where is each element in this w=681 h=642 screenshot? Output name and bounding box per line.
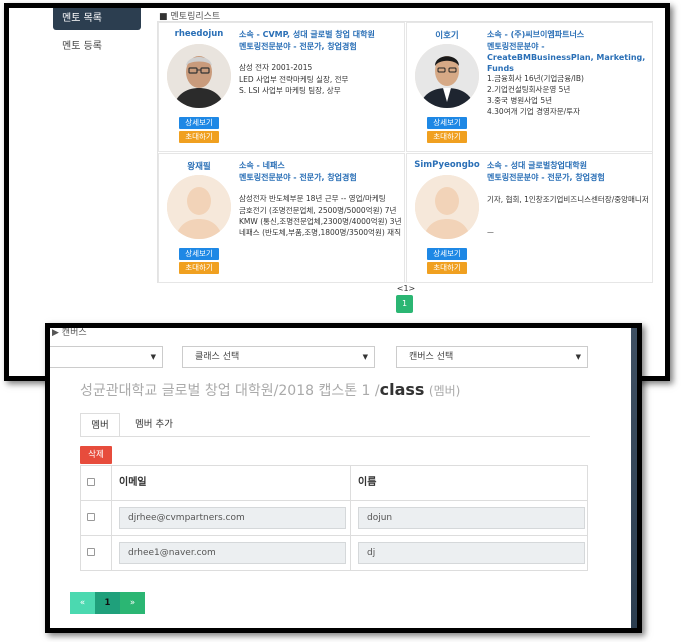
canvas-members-screenshot: ▶ 캔버스 ▼ 클래스 선택 ▼ 캔버스 선택 ▼ 성균관대학교 글로벌 창업 … [45, 323, 642, 633]
mentor-career-line: 금호전기 (조명전문업체, 2500명/5000억원) 7년 [239, 206, 397, 215]
delete-button[interactable]: 삭제 [80, 446, 112, 464]
mentor-photo [167, 175, 231, 239]
page-title-main: 성균관대학교 글로벌 창업 대학원/2018 캡스톤 1 / [80, 383, 380, 399]
canvas-select[interactable]: 캔버스 선택 ▼ [396, 346, 588, 368]
mentor-username[interactable]: SimPyeongbo [407, 160, 487, 170]
mentor-username[interactable]: 이호기 [407, 29, 487, 41]
mentor-career-line: 1.금융회사 16년(기업금융/IB) [487, 74, 584, 83]
email-field[interactable]: drhee1@naver.com [119, 542, 346, 564]
mentor-affiliation: 소속 - CVMP, 성대 글로벌 창업 대학원 [239, 30, 375, 39]
mentor-field: 멘토링전문분야 - CreateBMBusinessPlan, Marketin… [487, 42, 646, 73]
mentor-career-line: KMW (통신,조명전문업체,2300명/4000억원) 3년 [239, 217, 402, 226]
select-all-checkbox[interactable] [87, 478, 95, 486]
mentor-card: 이호기 상세보기 초대하기 소속 - (주)씨브이엠파트너스 멘토링전문분야 -… [406, 22, 653, 152]
mentor-card: rheedojun 상세보기 초대하기 소속 - CVMP, 성대 글로벌 창업… [158, 22, 405, 152]
pagination-label: <1> [396, 284, 416, 293]
top-bar: ▶ 캔버스 [50, 328, 637, 340]
page-title-class: class [379, 380, 425, 399]
next-page-button[interactable]: » [120, 592, 145, 614]
mentor-career-line: LED 사업부 전략마케팅 실장, 전무 [239, 75, 349, 84]
mentor-career-line: 삼성 전자 2001-2015 [239, 63, 313, 72]
default-avatar-icon [415, 175, 479, 239]
column-divider [350, 536, 351, 570]
column-divider [111, 501, 112, 535]
select-dropdown[interactable]: ▼ [50, 346, 163, 368]
table-row: drhee1@naver.com dj [81, 535, 587, 570]
mentor-card: 왕재필 상세보기 초대하기 소속 - 네패스 멘토링전문분야 - 전문가, 창업… [158, 153, 405, 283]
row-checkbox[interactable] [87, 513, 95, 521]
tab-divider [80, 436, 590, 437]
sidebar: 멘토 목록 멘토 등록 [53, 8, 141, 58]
mentor-career-line: 2.기업컨설팅회사운영 5년 [487, 85, 571, 94]
arrow-right-icon: ▶ [52, 328, 59, 338]
mentor-field: 멘토링전문분야 - 전문가, 창업경험 [487, 173, 605, 182]
mentor-career-line: ㅡ [487, 228, 494, 237]
class-select[interactable]: 클래스 선택 ▼ [182, 346, 375, 368]
table-row: djrhee@cvmpartners.com dojun [81, 500, 587, 535]
mentor-photo [415, 175, 479, 239]
sidebar-item-mentor-register[interactable]: 멘토 등록 [53, 36, 141, 58]
person-photo-icon [415, 44, 479, 108]
select-value: 클래스 선택 [195, 352, 240, 362]
mentor-affiliation: 소속 - 성대 글로벌창업대학원 [487, 161, 587, 170]
mentor-career-line: 삼성전자 반도체부문 18년 근무 -- 영업/마케팅 [239, 194, 386, 203]
tab-add-member[interactable]: 멤버 추가 [124, 413, 184, 437]
members-table: 이메일 이름 djrhee@cvmpartners.com dojun drhe… [80, 465, 588, 571]
row-checkbox[interactable] [87, 548, 95, 556]
mentor-grid: rheedojun 상세보기 초대하기 소속 - CVMP, 성대 글로벌 창업… [157, 21, 653, 283]
page-title: 성균관대학교 글로벌 창업 대학원/2018 캡스톤 1 /class (멤버) [80, 380, 460, 400]
caret-down-icon: ▼ [575, 353, 581, 361]
page-button-current[interactable]: 1 [396, 295, 413, 313]
prev-page-button[interactable]: « [70, 592, 95, 614]
column-divider [111, 466, 112, 500]
column-divider [350, 501, 351, 535]
mentor-photo [167, 44, 231, 108]
mentor-career-line: 기자, 협회, 1인창조기업비즈니스센터장/중앙매니저 [487, 195, 649, 204]
tab-members[interactable]: 멤버 [80, 413, 120, 437]
page-button-current[interactable]: 1 [95, 592, 120, 614]
name-field[interactable]: dj [358, 542, 585, 564]
column-header-name: 이름 [358, 477, 377, 488]
invite-button[interactable]: 초대하기 [179, 262, 219, 274]
column-divider [350, 466, 351, 500]
default-avatar-icon [167, 175, 231, 239]
mentor-career-line: 4.30여개 기업 경영자문/투자 [487, 107, 580, 116]
mentor-affiliation: 소속 - 네패스 [239, 161, 285, 170]
column-divider [111, 536, 112, 570]
mentor-photo [415, 44, 479, 108]
mentor-career-line: S. LSI 사업부 마케팅 팀장, 상무 [239, 86, 341, 95]
page-title-sub: (멤버) [428, 384, 461, 398]
detail-button[interactable]: 상세보기 [179, 248, 219, 260]
mentor-field: 멘토링전문분야 - 전문가, 창업경험 [239, 173, 357, 182]
side-scrollbar[interactable] [631, 328, 637, 628]
invite-button[interactable]: 초대하기 [427, 131, 467, 143]
mentor-card: SimPyeongbo 상세보기 초대하기 소속 - 성대 글로벌창업대학원 멘… [406, 153, 653, 283]
caret-down-icon: ▼ [362, 353, 368, 361]
mentor-username[interactable]: 왕재필 [159, 160, 239, 172]
invite-button[interactable]: 초대하기 [427, 262, 467, 274]
mentor-career-line: 3.중국 병원사업 5년 [487, 96, 552, 105]
name-field[interactable]: dojun [358, 507, 585, 529]
mentor-affiliation: 소속 - (주)씨브이엠파트너스 [487, 30, 585, 39]
column-header-email: 이메일 [119, 477, 147, 488]
sidebar-item-mentor-list[interactable]: 멘토 목록 [53, 8, 141, 30]
invite-button[interactable]: 초대하기 [179, 131, 219, 143]
mentor-field: 멘토링전문분야 - 전문가, 창업경험 [239, 42, 357, 51]
email-field[interactable]: djrhee@cvmpartners.com [119, 507, 346, 529]
caret-down-icon: ▼ [150, 353, 156, 361]
top-bar-title: 캔버스 [61, 328, 87, 338]
detail-button[interactable]: 상세보기 [179, 117, 219, 129]
detail-button[interactable]: 상세보기 [427, 117, 467, 129]
detail-button[interactable]: 상세보기 [427, 248, 467, 260]
person-photo-icon [167, 44, 231, 108]
table-header-row: 이메일 이름 [81, 466, 587, 500]
pagination: « 1 » [70, 592, 145, 614]
mentor-career-line: 네패스 (반도체,부품,조명,1800명/3500억원) 재직 [239, 228, 401, 237]
mentor-username[interactable]: rheedojun [159, 29, 239, 39]
select-value: 캔버스 선택 [409, 352, 454, 362]
